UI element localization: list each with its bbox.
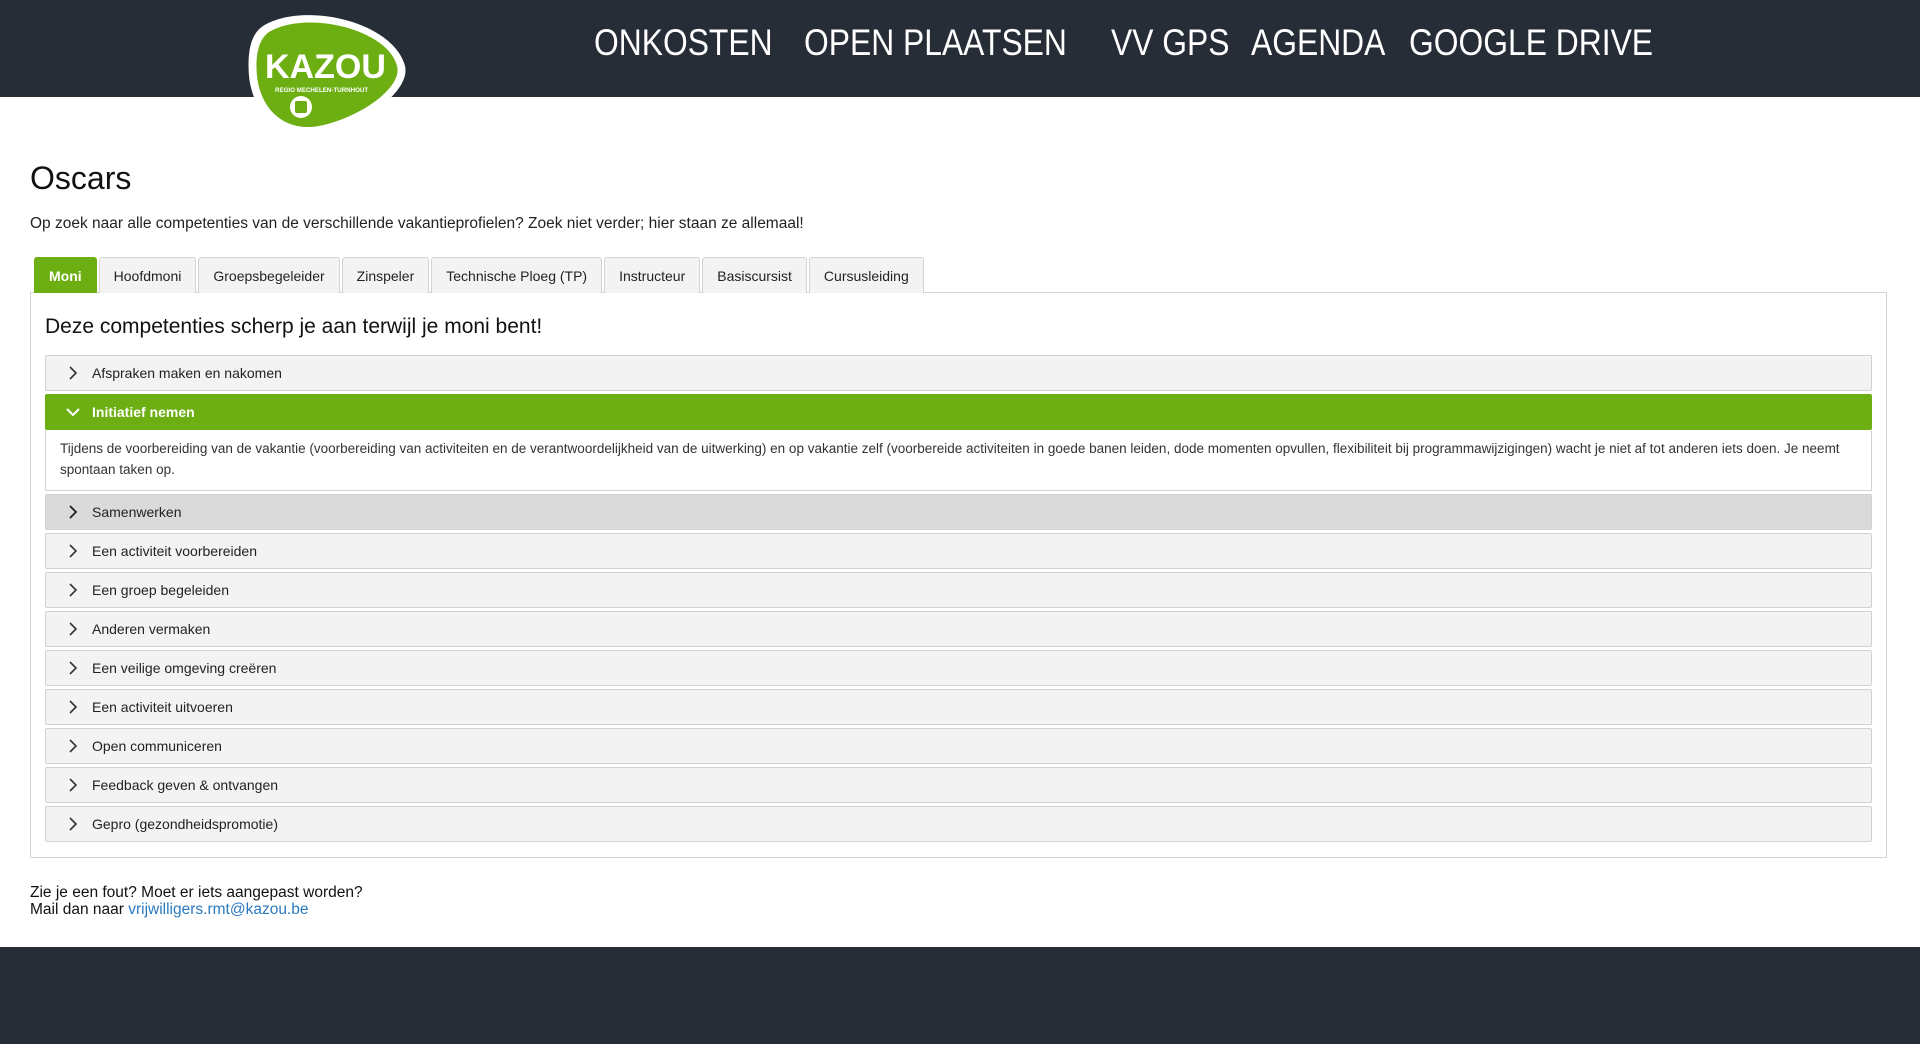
accordion-item: Samenwerken — [45, 494, 1872, 530]
accordion-label: Gepro (gezondheidspromotie) — [92, 816, 278, 832]
accordion-header[interactable]: Open communiceren — [45, 728, 1872, 764]
chevron-down-icon — [64, 403, 82, 421]
footer-mail-prefix: Mail dan naar — [30, 901, 129, 918]
accordion-header[interactable]: Afspraken maken en nakomen — [45, 355, 1872, 391]
accordion-header[interactable]: Een activiteit uitvoeren — [45, 689, 1872, 725]
accordion-item: Een veilige omgeving creëren — [45, 650, 1872, 686]
accordion-item: Feedback geven & ontvangen — [45, 767, 1872, 803]
main-content: Oscars Op zoek naar alle competenties va… — [30, 160, 1890, 858]
profile-tabs: Moni Hoofdmoni Groepsbegeleider Zinspele… — [30, 257, 1890, 293]
accordion-item: Open communiceren — [45, 728, 1872, 764]
accordion-item: Afspraken maken en nakomen — [45, 355, 1872, 391]
accordion-header[interactable]: Een veilige omgeving creëren — [45, 650, 1872, 686]
accordion-item: Anderen vermaken — [45, 611, 1872, 647]
chevron-right-icon — [64, 776, 82, 794]
bottom-bar — [0, 947, 1920, 1044]
chevron-right-icon — [64, 364, 82, 382]
footer-line-2: Mail dan naar vrijwilligers.rmt@kazou.be — [30, 901, 363, 918]
accordion-item: Initiatief nemen Tijdens de voorbereidin… — [45, 394, 1872, 491]
accordion-header[interactable]: Anderen vermaken — [45, 611, 1872, 647]
accordion-label: Initiatief nemen — [92, 404, 195, 420]
accordion-header[interactable]: Een activiteit voorbereiden — [45, 533, 1872, 569]
accordion-header[interactable]: Initiatief nemen — [45, 394, 1872, 430]
accordion-label: Een veilige omgeving creëren — [92, 660, 277, 676]
chevron-right-icon — [64, 581, 82, 599]
tab-instructeur[interactable]: Instructeur — [604, 257, 701, 293]
tab-zinspeler[interactable]: Zinspeler — [341, 257, 430, 293]
nav-onkosten[interactable]: ONKOSTEN — [594, 22, 773, 64]
accordion-item: Een activiteit uitvoeren — [45, 689, 1872, 725]
chevron-right-icon — [64, 620, 82, 638]
footer-email-link[interactable]: vrijwilligers.rmt@kazou.be — [128, 901, 308, 918]
tab-basiscursist[interactable]: Basiscursist — [702, 257, 807, 293]
accordion-label: Open communiceren — [92, 738, 222, 754]
accordion-header[interactable]: Feedback geven & ontvangen — [45, 767, 1872, 803]
top-navigation-bar: KAZOU REGIO MECHELEN-TURNHOUT ONKOSTEN O… — [0, 0, 1920, 135]
nav-agenda[interactable]: AGENDA — [1251, 22, 1385, 64]
kazou-logo[interactable]: KAZOU REGIO MECHELEN-TURNHOUT — [243, 6, 409, 136]
nav-open-plaatsen[interactable]: OPEN PLAATSEN — [804, 22, 1067, 64]
tab-technische-ploeg[interactable]: Technische Ploeg (TP) — [431, 257, 603, 293]
main-nav: ONKOSTEN OPEN PLAATSEN VV GPS AGENDA GOO… — [594, 22, 1675, 64]
tab-panel: Deze competenties scherp je aan terwijl … — [30, 292, 1887, 858]
panel-heading: Deze competenties scherp je aan terwijl … — [45, 315, 543, 338]
nav-google-drive[interactable]: GOOGLE DRIVE — [1409, 22, 1653, 64]
accordion-header[interactable]: Gepro (gezondheidspromotie) — [45, 806, 1872, 842]
accordion-item: Een activiteit voorbereiden — [45, 533, 1872, 569]
tab-cursusleiding[interactable]: Cursusleiding — [808, 257, 924, 293]
accordion-header[interactable]: Een groep begeleiden — [45, 572, 1872, 608]
accordion-label: Een activiteit uitvoeren — [92, 699, 233, 715]
chevron-right-icon — [64, 698, 82, 716]
nav-vv-gps[interactable]: VV GPS — [1111, 22, 1229, 64]
accordion-label: Anderen vermaken — [92, 621, 211, 637]
footer-line-1: Zie je een fout? Moet er iets aangepast … — [30, 884, 363, 901]
tab-hoofdmoni[interactable]: Hoofdmoni — [98, 257, 197, 293]
page-intro: Op zoek naar alle competenties van de ve… — [30, 215, 804, 232]
logo-text: KAZOU — [265, 48, 386, 86]
accordion-item: Gepro (gezondheidspromotie) — [45, 806, 1872, 842]
logo-subtext: REGIO MECHELEN-TURNHOUT — [275, 87, 368, 94]
accordion-body: Tijdens de voorbereiding van de vakantie… — [45, 430, 1872, 491]
accordion-item: Een groep begeleiden — [45, 572, 1872, 608]
footer-note: Zie je een fout? Moet er iets aangepast … — [30, 884, 363, 918]
chevron-right-icon — [64, 815, 82, 833]
chevron-right-icon — [64, 503, 82, 521]
tab-groepsbegeleider[interactable]: Groepsbegeleider — [198, 257, 340, 293]
page-title: Oscars — [30, 160, 132, 196]
accordion-header[interactable]: Samenwerken — [45, 494, 1872, 530]
tab-moni[interactable]: Moni — [34, 257, 97, 293]
accordion-label: Feedback geven & ontvangen — [92, 777, 279, 793]
accordion-label: Een activiteit voorbereiden — [92, 543, 257, 559]
chevron-right-icon — [64, 737, 82, 755]
accordion-label: Een groep begeleiden — [92, 582, 230, 598]
accordion-label: Samenwerken — [92, 504, 182, 520]
chevron-right-icon — [64, 659, 82, 677]
accordion-label: Afspraken maken en nakomen — [92, 365, 282, 381]
chevron-right-icon — [64, 542, 82, 560]
